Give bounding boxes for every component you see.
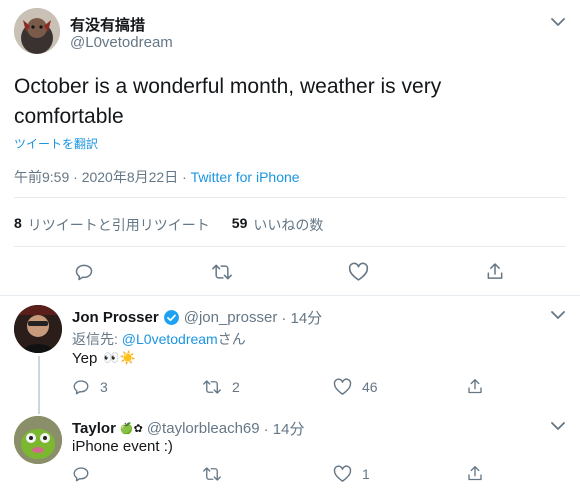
reply-icon <box>73 380 89 395</box>
chevron-down-icon <box>551 422 565 430</box>
chevron-down-icon <box>551 311 565 319</box>
tweet-stats: 8 リツイートと引用リツイート 59 いいねの数 <box>14 215 323 235</box>
reply-text: iPhone event :) <box>72 438 173 455</box>
reply-display-name[interactable]: Taylor <box>72 420 116 437</box>
reply-to-prefix: 返信先: <box>72 331 122 347</box>
retweet-stat[interactable]: 8 リツイートと引用リツイート <box>14 215 210 235</box>
reply-header: Jon Prosser @jon_prosser · 14分 <box>72 307 322 328</box>
reply-share-button[interactable] <box>466 464 484 483</box>
share-icon <box>468 379 482 394</box>
like-stat[interactable]: 59 いいねの数 <box>232 215 324 235</box>
reply-age[interactable]: · 14分 <box>264 418 305 439</box>
reply-icon <box>73 467 89 482</box>
reply-handle[interactable]: @jon_prosser <box>184 309 278 326</box>
like-button[interactable] <box>348 262 369 282</box>
share-button[interactable] <box>485 261 505 282</box>
reply-to-handle[interactable]: @L0vetodream <box>122 331 218 347</box>
reply-menu-chevron[interactable] <box>546 303 570 327</box>
author-avatar[interactable] <box>14 8 60 54</box>
divider <box>0 295 580 296</box>
share-icon <box>487 263 503 279</box>
reply-share-button[interactable] <box>466 377 484 396</box>
retweet-count: 8 <box>14 215 22 231</box>
reply-avatar[interactable] <box>14 305 62 353</box>
reply-reply-button[interactable] <box>72 465 90 483</box>
reply-avatar[interactable] <box>14 416 62 464</box>
tweet-source-link[interactable]: Twitter for iPhone <box>191 169 300 185</box>
like-count: 59 <box>231 215 248 231</box>
reply-handle[interactable]: @taylorbleach69 <box>147 420 260 437</box>
retweet-icon <box>203 380 221 394</box>
reply-to-line: 返信先: @L0vetodreamさん <box>72 329 246 349</box>
tweet-text: October is a wonderful month, weather is… <box>14 75 442 128</box>
retweet-count: 2 <box>232 379 240 395</box>
tweet-menu-chevron[interactable] <box>546 10 570 34</box>
like-stat-label: いいねの数 <box>253 217 324 233</box>
reply-button[interactable] <box>74 262 94 282</box>
divider <box>14 197 566 198</box>
retweet-icon <box>212 264 232 280</box>
reply-text: Yep 👀☀️ <box>72 350 136 367</box>
reply-text-content: Yep <box>72 350 98 367</box>
like-icon <box>333 378 352 395</box>
like-count: 46 <box>362 379 378 395</box>
reply-age[interactable]: · 14分 <box>281 307 322 328</box>
like-icon <box>348 262 369 281</box>
retweet-button[interactable] <box>211 262 233 282</box>
reply-like-button[interactable]: 1 <box>333 465 370 483</box>
reply-emoji: 👀☀️ <box>103 351 136 366</box>
reply-retweet-button[interactable] <box>202 465 222 483</box>
retweet-icon <box>203 467 221 481</box>
like-count: 1 <box>362 466 370 482</box>
name-badges: 🍏✿ <box>119 422 143 435</box>
tweet-timestamp-row: 午前9:59 · 2020年8月22日 · Twitter for iPhone <box>14 167 300 187</box>
reply-header: Taylor 🍏✿ @taylorbleach69 · 14分 <box>72 418 304 439</box>
author-handle[interactable]: @L0vetodream <box>70 34 173 51</box>
reply-retweet-button[interactable]: 2 <box>202 378 240 396</box>
reply-like-button[interactable]: 46 <box>333 378 378 396</box>
chevron-down-icon <box>551 18 565 26</box>
reply-menu-chevron[interactable] <box>546 414 570 438</box>
thread-connector-line <box>38 356 40 414</box>
verified-icon <box>163 310 179 325</box>
tweet-timestamp[interactable]: 午前9:59 · 2020年8月22日 · <box>14 169 191 185</box>
author-display-name[interactable]: 有没有搞措 <box>70 14 145 35</box>
translate-tweet-link[interactable]: ツイートを翻訳 <box>14 135 98 152</box>
like-icon <box>333 465 352 482</box>
share-icon <box>468 466 482 481</box>
reply-count: 3 <box>100 379 108 395</box>
reply-to-suffix: さん <box>217 331 246 347</box>
retweet-stat-label: リツイートと引用リツイート <box>27 217 210 233</box>
divider <box>14 246 566 247</box>
reply-icon <box>75 264 93 281</box>
reply-display-name[interactable]: Jon Prosser <box>72 309 159 326</box>
reply-reply-button[interactable]: 3 <box>72 378 108 396</box>
